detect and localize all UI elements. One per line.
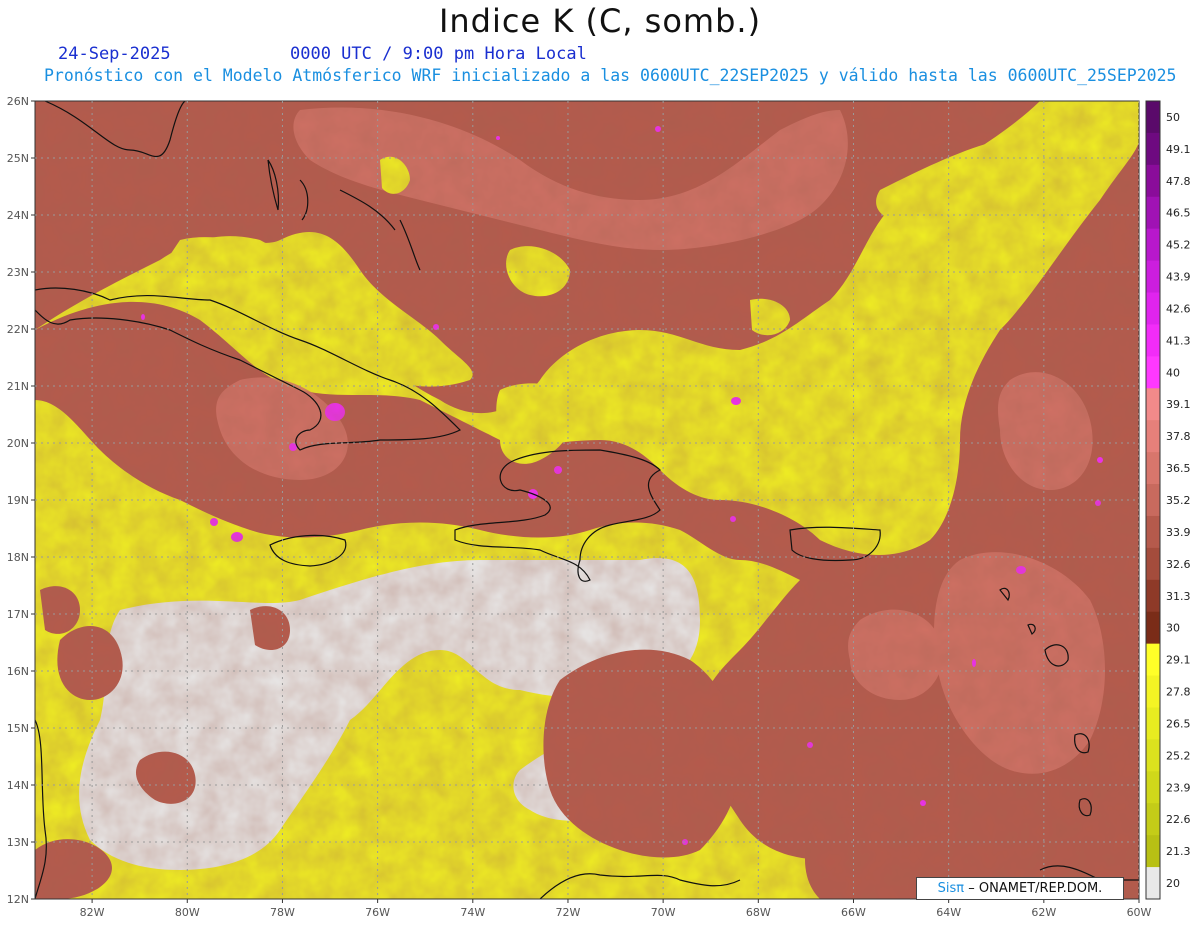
colorbar-label: 27.8 [1166, 686, 1191, 699]
lon-label: 60W [1127, 906, 1152, 919]
lon-label: 76W [365, 906, 390, 919]
colorbar-swatch [1146, 196, 1160, 230]
colorbar-label: 26.5 [1166, 717, 1191, 730]
lat-label: 23N [7, 266, 29, 279]
colorbar-label: 46.5 [1166, 207, 1191, 220]
lat-label: 15N [7, 722, 29, 735]
lon-label: 68W [746, 906, 771, 919]
colorbar-label: 41.3 [1166, 334, 1191, 347]
lat-label: 13N [7, 836, 29, 849]
colorbar-label: 47.8 [1166, 175, 1191, 188]
colorbar-label: 42.6 [1166, 302, 1191, 315]
colorbar-label: 36.5 [1166, 462, 1191, 475]
colorbar-swatch [1146, 356, 1160, 389]
colorbar-label: 32.6 [1166, 558, 1191, 571]
colorbar-label: 21.3 [1166, 845, 1191, 858]
longitude-labels: 82W 80W 78W 76W 74W 72W 70W 68W 66W 64W 62W 60W [80, 899, 1152, 919]
lat-label: 14N [7, 779, 29, 792]
colorbar-swatch [1146, 260, 1160, 294]
colorbar-label: 33.9 [1166, 526, 1191, 539]
latitude-labels: 26N 25N 24N 23N 22N 21N 20N 19N 18N 17N 16N 15N 14N 1… [7, 95, 35, 906]
colorbar-label: 45.2 [1166, 239, 1191, 252]
colorbar-label: 20 [1166, 877, 1180, 890]
colorbar-label: 23.9 [1166, 781, 1191, 794]
lat-label: 18N [7, 551, 29, 564]
colorbar-swatch [1146, 611, 1160, 645]
lat-label: 16N [7, 665, 29, 678]
colorbar: 50 49.1 47.8 46.5 45.2 43.9 42.6 41.3 40 39.1 37.8… [1145, 100, 1191, 900]
lat-label: 12N [7, 893, 29, 906]
lat-label: 25N [7, 152, 29, 165]
colorbar-swatch [1146, 835, 1160, 868]
colorbar-label: 30 [1166, 622, 1180, 635]
colorbar-swatch [1146, 101, 1160, 134]
colorbar-swatch [1146, 579, 1160, 613]
lon-label: 70W [651, 906, 676, 919]
credit-box: Sisπ – ONAMET/REP.DOM. [916, 877, 1124, 900]
lon-label: 82W [80, 906, 105, 919]
lon-label: 78W [270, 906, 295, 919]
colorbar-swatch [1146, 803, 1160, 836]
colorbar-swatch [1146, 707, 1160, 740]
k-index-map: 26N 25N 24N 23N 22N 21N 20N 19N 18N 17N 16N 15N 14N 1… [7, 95, 1191, 919]
sis-logo-text: Sisπ [937, 881, 965, 896]
colorbar-swatch [1146, 420, 1160, 453]
lon-label: 64W [936, 906, 961, 919]
colorbar-swatch [1146, 771, 1160, 804]
colorbar-label: 37.8 [1166, 430, 1191, 443]
credit-org: – ONAMET/REP.DOM. [968, 881, 1103, 896]
colorbar-swatch [1146, 164, 1160, 198]
colorbar-swatch [1146, 515, 1160, 549]
colorbar-label: 40 [1166, 366, 1180, 379]
colorbar-swatch [1146, 292, 1160, 325]
colorbar-swatch [1146, 324, 1160, 357]
colorbar-swatch [1146, 388, 1160, 421]
lat-label: 19N [7, 494, 29, 507]
colorbar-label: 25.2 [1166, 749, 1191, 762]
colorbar-swatch [1146, 228, 1160, 262]
lon-label: 66W [841, 906, 866, 919]
colorbar-label: 35.2 [1166, 494, 1191, 507]
lon-label: 62W [1031, 906, 1056, 919]
colorbar-label: 43.9 [1166, 271, 1191, 284]
colorbar-label: 22.6 [1166, 813, 1191, 826]
lat-label: 24N [7, 209, 29, 222]
colorbar-label: 49.1 [1166, 143, 1191, 156]
colorbar-label: 31.3 [1166, 590, 1191, 603]
lat-label: 17N [7, 608, 29, 621]
lon-label: 74W [460, 906, 485, 919]
colorbar-swatch [1146, 132, 1160, 166]
lat-label: 26N [7, 95, 29, 108]
lon-label: 72W [556, 906, 581, 919]
colorbar-label: 50 [1166, 111, 1180, 124]
lat-label: 20N [7, 437, 29, 450]
colorbar-swatch [1146, 484, 1160, 517]
lat-label: 22N [7, 323, 29, 336]
colorbar-swatch [1146, 452, 1160, 485]
lon-label: 80W [175, 906, 200, 919]
lat-label: 21N [7, 380, 29, 393]
colorbar-swatch [1146, 739, 1160, 772]
colorbar-label: 39.1 [1166, 398, 1191, 411]
colorbar-label: 29.1 [1166, 654, 1191, 667]
colorbar-swatch [1146, 675, 1160, 708]
colorbar-swatch [1146, 547, 1160, 581]
colorbar-swatch [1146, 867, 1160, 900]
colorbar-swatch [1146, 643, 1160, 677]
